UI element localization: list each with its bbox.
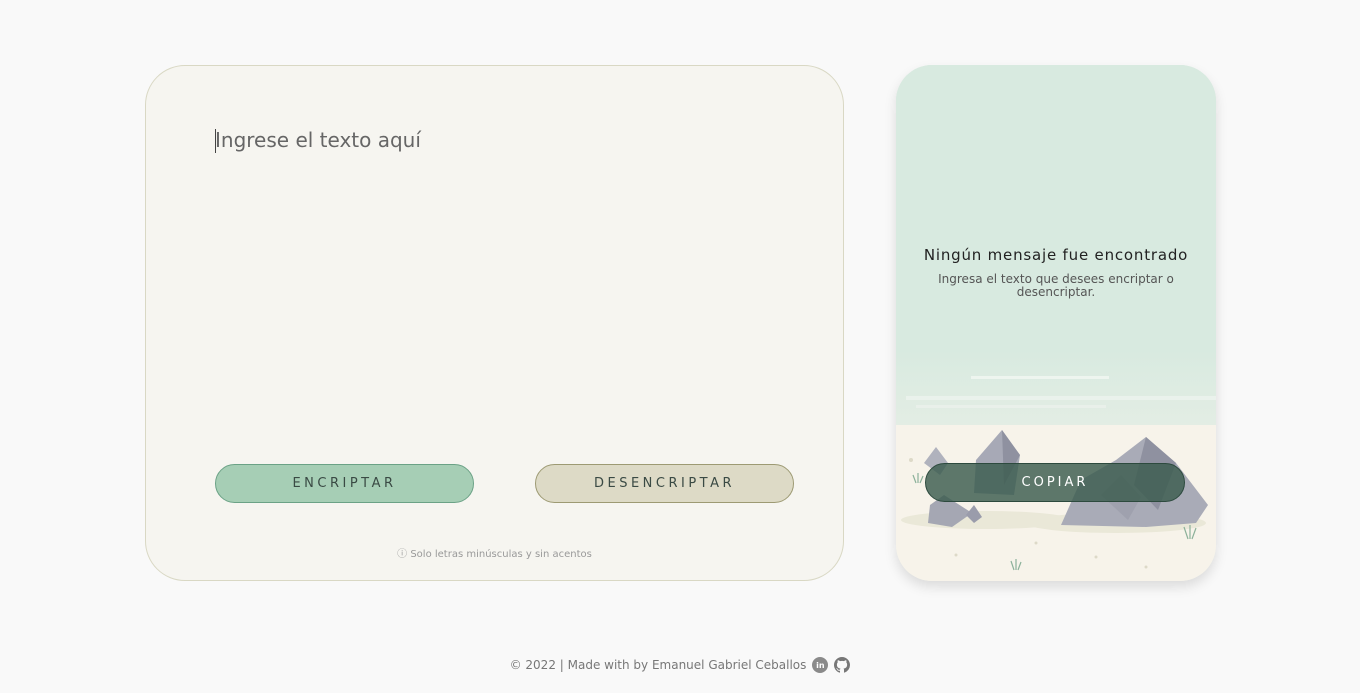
result-card: Ningún mensaje fue encontrado Ingresa el… xyxy=(896,65,1216,581)
footer: © 2022 | Made with by Emanuel Gabriel Ce… xyxy=(0,657,1360,673)
text-caret xyxy=(215,129,216,153)
input-card: ENCRIPTAR DESENCRIPTAR ⓘ Solo letras min… xyxy=(145,65,844,581)
text-input[interactable] xyxy=(215,124,775,424)
input-hint: ⓘ Solo letras minúsculas y sin acentos xyxy=(397,549,592,560)
footer-text: © 2022 | Made with by Emanuel Gabriel Ce… xyxy=(509,658,807,672)
linkedin-icon[interactable]: in xyxy=(812,657,829,673)
result-subtitle: Ingresa el texto que desees encriptar o … xyxy=(938,272,1174,299)
rocks-illustration xyxy=(896,65,1216,581)
github-icon[interactable] xyxy=(834,657,851,673)
copy-button[interactable]: COPIAR xyxy=(925,463,1185,502)
decrypt-button[interactable]: DESENCRIPTAR xyxy=(535,464,794,503)
encrypt-button[interactable]: ENCRIPTAR xyxy=(215,464,474,503)
result-title: Ningún mensaje fue encontrado xyxy=(923,246,1189,264)
